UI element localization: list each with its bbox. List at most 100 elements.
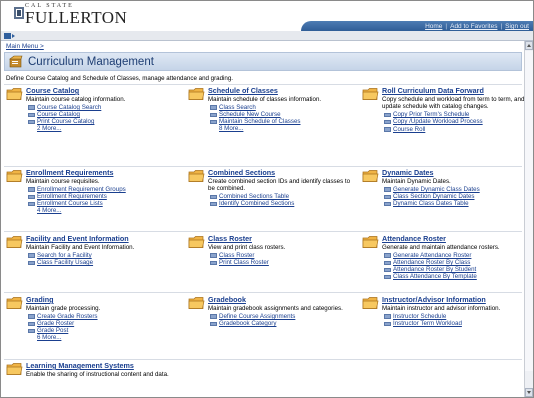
logo-mark-icon <box>14 7 24 19</box>
submenu-link[interactable]: Course Roll <box>382 126 524 133</box>
submenu-link[interactable]: Schedule New Course <box>208 111 358 118</box>
folder-icon[interactable] <box>6 235 23 249</box>
menu-item-title-link[interactable]: Facility and Event Information <box>26 235 176 243</box>
submenu-link[interactable]: Course Catalog <box>26 111 176 118</box>
component-icon <box>384 253 391 258</box>
submenu-link[interactable]: Grade Post <box>26 327 176 334</box>
menu-item-title-link[interactable]: Course Catalog <box>26 87 176 95</box>
component-icon <box>28 321 35 326</box>
submenu-link[interactable]: Maintain Schedule of Classes <box>208 118 358 125</box>
menu-item-title-link[interactable]: Dynamic Dates <box>382 169 524 177</box>
vertical-scrollbar[interactable] <box>524 41 533 397</box>
menu-item-title-link[interactable]: Class Roster <box>208 235 358 243</box>
submenu-link[interactable]: Define Course Assignments <box>208 313 358 320</box>
scroll-down-button[interactable] <box>525 388 533 397</box>
submenu-link[interactable]: Print Course Catalog <box>26 118 176 125</box>
home-link[interactable]: Home <box>425 23 442 30</box>
menu-item-body: Class Roster View and print class rosters… <box>208 235 358 267</box>
submenu-link[interactable]: Print Class Roster <box>208 259 358 266</box>
folder-icon[interactable] <box>6 87 23 101</box>
submenu-link[interactable]: Attendance Roster By Class <box>382 259 524 266</box>
submenu-link[interactable]: Class Roster <box>208 252 358 259</box>
menu-item-title-link[interactable]: Combined Sections <box>208 169 358 177</box>
more-link[interactable]: 8 More... <box>208 125 358 132</box>
menu-item-description: Maintain Dynamic Dates. <box>382 177 451 185</box>
submenu-link-label: Search for a Facility <box>37 251 92 259</box>
menu-item-title-link[interactable]: Grading <box>26 296 176 304</box>
submenu-link[interactable]: Attendance Roster By Student <box>382 266 524 273</box>
submenu-link[interactable]: Copy /Update Workload Process <box>382 118 524 125</box>
menu-item-body: Facility and Event Information Maintain F… <box>26 235 176 267</box>
submenu-link[interactable]: Gradebook Category <box>208 320 358 327</box>
submenu-link[interactable]: Search for a Facility <box>26 252 176 259</box>
menu-item-title-link[interactable]: Gradebook <box>208 296 358 304</box>
submenu-link[interactable]: Enrollment Course Lists <box>26 200 176 207</box>
folder-icon[interactable] <box>6 362 23 376</box>
submenu-link[interactable]: Generate Attendance Roster <box>382 252 524 259</box>
menu-item-body: Schedule of Classes Maintain schedule of … <box>208 87 358 133</box>
menu-item-title-link[interactable]: Roll Curriculum Data Forward <box>382 87 524 95</box>
submenu-link[interactable]: Class Facility Usage <box>26 259 176 266</box>
folder-icon[interactable] <box>188 235 205 249</box>
submenu-link[interactable]: Create Grade Rosters <box>26 313 176 320</box>
folder-icon[interactable] <box>362 169 379 183</box>
menu-item-links: Enrollment Requirement Groups Enrollment … <box>26 186 176 215</box>
folder-icon[interactable] <box>362 296 379 310</box>
breadcrumb-main-menu[interactable]: Main Menu > <box>6 43 44 50</box>
menu-item-title-link[interactable]: Instructor/Advisor Information <box>382 296 524 304</box>
folder-icon[interactable] <box>6 169 23 183</box>
add-to-favorites-link[interactable]: Add to Favorites <box>450 23 497 30</box>
menu-item-links: Generate Dynamic Class Dates Class Sectio… <box>382 186 524 208</box>
main-content: Main Menu > Curriculum Management Define… <box>1 41 524 397</box>
menu-item-body: Gradebook Maintain gradebook assignments … <box>208 296 358 328</box>
submenu-link-label: Maintain Schedule of Classes <box>219 118 301 126</box>
submenu-link[interactable]: Enrollment Requirement Groups <box>26 186 176 193</box>
submenu-link[interactable]: Identify Combined Sections <box>208 200 358 207</box>
page-title: Curriculum Management <box>28 56 154 68</box>
menu-item-title-link[interactable]: Attendance Roster <box>382 235 524 243</box>
component-icon <box>384 127 391 132</box>
sign-out-link[interactable]: Sign out <box>505 23 529 30</box>
scroll-up-button[interactable] <box>525 41 533 50</box>
submenu-link[interactable]: Class Search <box>208 104 358 111</box>
folder-icon[interactable] <box>188 87 205 101</box>
menu-item-body: Dynamic Dates Maintain Dynamic Dates. Gene… <box>382 169 524 208</box>
submenu-link[interactable]: Class Section Dynamic Dates <box>382 193 524 200</box>
folder-icon[interactable] <box>362 87 379 101</box>
toolbar <box>1 31 533 41</box>
menu-item-title-link[interactable]: Enrollment Requirements <box>26 169 176 177</box>
component-icon <box>210 105 217 110</box>
component-icon <box>210 119 217 125</box>
submenu-link-label: Print Course Catalog <box>37 118 95 126</box>
folder-icon[interactable] <box>6 296 23 310</box>
submenu-link[interactable]: Combined Sections Table <box>208 193 358 200</box>
menu-item-description: Enable the sharing of instructional cont… <box>26 370 169 378</box>
submenu-link[interactable]: Copy Prior Term's Schedule <box>382 111 524 118</box>
menu-item-links: Generate Attendance Roster Attendance Ros… <box>382 252 524 281</box>
submenu-link[interactable]: Enrollment Requirements <box>26 193 176 200</box>
component-icon <box>210 194 217 200</box>
more-link[interactable]: 4 More... <box>26 207 176 214</box>
submenu-link[interactable]: Class Attendance By Template <box>382 273 524 280</box>
component-icon <box>384 267 391 273</box>
submenu-link[interactable]: Instructor Term Workload <box>382 320 524 327</box>
submenu-link-label: Class Search <box>219 103 256 111</box>
submenu-link[interactable]: Dynamic Class Dates Table <box>382 200 524 207</box>
menu-item-body: Roll Curriculum Data Forward Copy schedul… <box>382 87 524 133</box>
navigation-toggle-icon[interactable] <box>4 33 15 39</box>
submenu-link[interactable]: Instructor Schedule <box>382 313 524 320</box>
more-link[interactable]: 2 More... <box>26 125 176 132</box>
submenu-link[interactable]: Generate Dynamic Class Dates <box>382 186 524 193</box>
folder-icon[interactable] <box>188 296 205 310</box>
scroll-thumb[interactable] <box>525 51 533 371</box>
component-icon <box>28 253 35 258</box>
submenu-link[interactable]: Grade Roster <box>26 320 176 327</box>
menu-item-title-link[interactable]: Schedule of Classes <box>208 87 358 95</box>
menu-item-title-link[interactable]: Learning Management Systems <box>26 362 176 370</box>
folder-icon[interactable] <box>362 235 379 249</box>
submenu-link-label: Identify Combined Sections <box>219 200 295 208</box>
component-icon <box>28 119 35 125</box>
folder-icon[interactable] <box>188 169 205 183</box>
more-link[interactable]: 6 More... <box>26 334 176 341</box>
submenu-link[interactable]: Course Catalog Search <box>26 104 176 111</box>
